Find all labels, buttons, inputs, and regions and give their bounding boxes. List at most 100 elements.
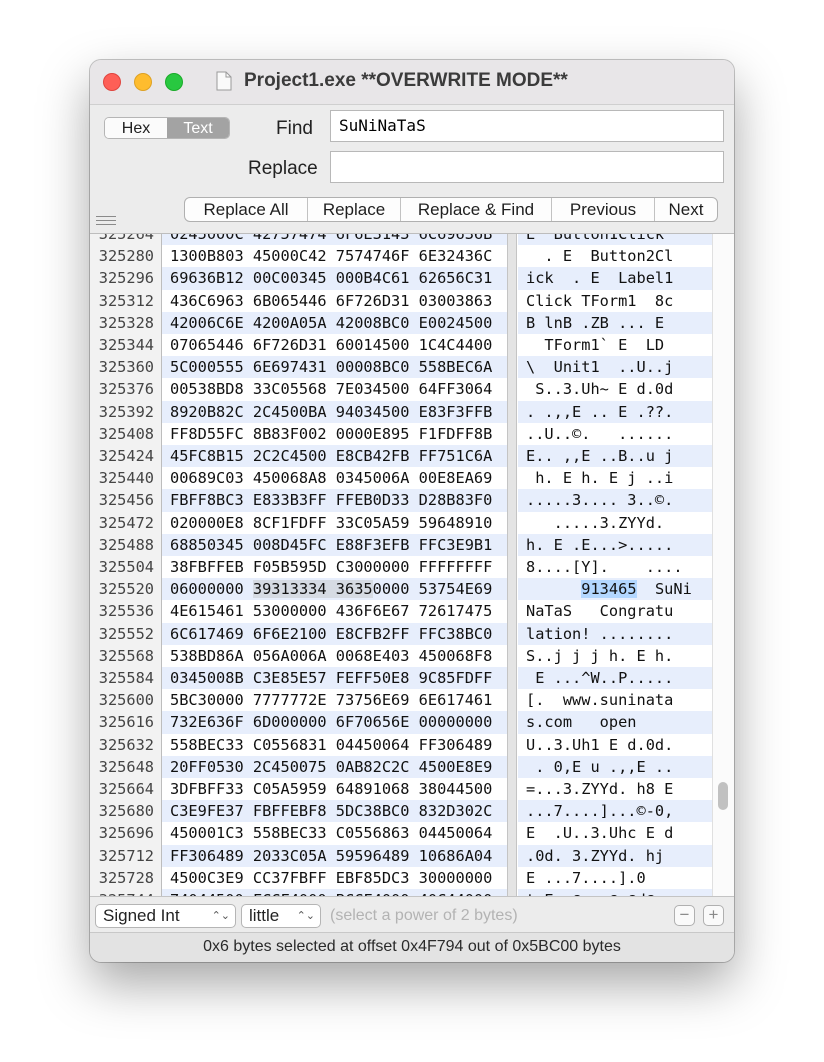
hex-row[interactable]: 68850345 008D45FC E88F3EFB FFC3E9B1 <box>162 533 507 556</box>
hex-row[interactable]: 45FC8B15 2C2C4500 E8CB42FB FF751C6A <box>162 445 507 468</box>
hex-row[interactable]: 07065446 6F726D31 60014500 1C4C4400 <box>162 334 507 356</box>
hex-row[interactable]: 450001C3 558BEC33 C0556863 04450064 <box>162 822 507 844</box>
text-row[interactable]: . 0,E u .,,E .. <box>518 755 712 778</box>
text-row[interactable]: .....3.... 3..©. <box>518 489 712 512</box>
hex-row[interactable]: FF8D55FC 8B83F002 0000E895 F1FDFF8B <box>162 423 507 445</box>
text-row[interactable]: lation! ........ <box>518 622 712 645</box>
hex-row[interactable]: 42006C6E 4200A05A 42008BC0 E0024500 <box>162 311 507 334</box>
text-row[interactable]: TForm1` E LD <box>518 334 712 356</box>
hex-row[interactable]: 00538BD8 33C05568 7E034500 64FF3064 <box>162 378 507 400</box>
text-mode-button[interactable]: Text <box>167 118 229 138</box>
hex-row[interactable]: 436C6963 6B065446 6F726D31 03003863 <box>162 290 507 312</box>
hex-row[interactable]: 0345008B C3E85E57 FEFF50E8 9C85FDFF <box>162 667 507 690</box>
text-row[interactable]: =...3.ZYYd. h8 E <box>518 778 712 800</box>
previous-button[interactable]: Previous <box>552 198 655 221</box>
text-row[interactable]: E Button1Click <box>518 234 712 246</box>
selected-text-bytes[interactable]: 913465 <box>581 580 637 599</box>
next-button[interactable]: Next <box>655 198 717 221</box>
text-row[interactable]: h. E h. E j ..i <box>518 467 712 489</box>
add-inspector-button[interactable]: + <box>703 905 724 926</box>
hex-row[interactable]: 5C000555 6E697431 00008BC0 558BEC6A <box>162 356 507 379</box>
row-offset: 325328 <box>98 313 154 332</box>
resize-grip-icon[interactable] <box>96 216 116 228</box>
hex-row[interactable]: FF306489 2033C05A 59596489 10686A04 <box>162 844 507 867</box>
close-window-button[interactable] <box>103 73 121 91</box>
replace-and-find-button[interactable]: Replace & Find <box>401 198 552 221</box>
hex-view[interactable]: 325264 325280 325296 325312 325328 325344 3253… <box>90 233 734 897</box>
text-row[interactable]: 8....[Y]. .... <box>518 556 712 578</box>
replace-label: Replace <box>248 158 318 179</box>
text-row[interactable]: . E Button2Cl <box>518 245 712 267</box>
hex-row[interactable]: FBFF8BC3 E833B3FF FFEB0D33 D28B83F0 <box>162 489 507 512</box>
text-row[interactable]: S..j j j h. E h. <box>518 645 712 667</box>
text-row[interactable]: . .,,E .. E .??. <box>518 400 712 423</box>
text-row[interactable]: Click TForm1 8c <box>518 290 712 312</box>
hex-row[interactable]: 558BEC33 C0556831 04450064 FF306489 <box>162 734 507 756</box>
vertical-scrollbar[interactable] <box>712 234 734 897</box>
text-row[interactable]: .....3.ZYYd. <box>518 512 712 534</box>
scrollbar-thumb[interactable] <box>718 782 728 810</box>
hex-column[interactable]: 0245000C 42757474 6F6E3143 6C69636B 1300B… <box>162 234 507 897</box>
hex-mode-button[interactable]: Hex <box>105 118 167 138</box>
hex-editor-window: Project1.exe **OVERWRITE MODE** Hex Text… <box>90 60 734 962</box>
type-select[interactable]: Signed Int ⌃⌄ <box>95 904 236 928</box>
hex-row[interactable]: 20FF0530 2C450075 0AB82C2C 4500E8E9 <box>162 755 507 778</box>
text-row[interactable]: E .U..3.Uhc E d <box>518 822 712 844</box>
remove-inspector-button[interactable]: − <box>674 905 695 926</box>
row-offset: 325424 <box>98 447 154 465</box>
type-select-value: Signed Int <box>103 906 180 925</box>
hex-row[interactable]: 538BD86A 056A006A 0068E403 450068F8 <box>162 645 507 667</box>
row-offset: 325504 <box>98 558 154 576</box>
text-row[interactable]: \ Unit1 ..U..j <box>518 356 712 379</box>
hex-bytes[interactable]: 0000 53754E69 <box>373 580 493 598</box>
text-row[interactable]: S..3.Uh~ E d.0d <box>518 378 712 400</box>
hex-row[interactable]: 00689C03 450068A8 0345006A 00E8EA69 <box>162 467 507 489</box>
text-row[interactable]: ...7....]...©-0, <box>518 800 712 823</box>
text-row[interactable]: ick . E Label1 <box>518 267 712 290</box>
row-offset: 325664 <box>98 780 154 798</box>
hex-row[interactable]: 020000E8 8CF1FDFF 33C05A59 59648910 <box>162 512 507 534</box>
hex-row[interactable]: 8920B82C 2C4500BA 94034500 E83F3FFB <box>162 400 507 423</box>
text-row[interactable]: E.. ,,E ..B..u j <box>518 445 712 468</box>
text-row[interactable]: 913465 SuNi <box>518 578 712 601</box>
hex-row[interactable]: 4E615461 53000000 436F6E67 72617475 <box>162 600 507 622</box>
row-offset: 325392 <box>98 402 154 421</box>
replace-input[interactable] <box>330 151 724 183</box>
hex-row[interactable]: 4500C3E9 CC37FBFF EBF85DC3 30000000 <box>162 867 507 889</box>
hex-row[interactable]: 6C617469 6F6E2100 E8CFB2FF FFC38BC0 <box>162 622 507 645</box>
text-bytes[interactable] <box>526 580 581 598</box>
text-row[interactable]: E ...7....].0 <box>518 867 712 889</box>
hex-row[interactable]: C3E9FE37 FBFFEBF8 5DC38BC0 832D302C <box>162 800 507 823</box>
selected-hex-bytes[interactable]: 39313334 3635 <box>252 580 373 599</box>
text-row[interactable]: NaTaS Congratu <box>518 600 712 622</box>
hex-row[interactable]: 732E636F 6D000000 6F70656E 00000000 <box>162 711 507 734</box>
endian-select[interactable]: little ⌃⌄ <box>241 904 321 928</box>
hex-row[interactable]: 1300B803 45000C42 7574746F 6E32436C <box>162 245 507 267</box>
text-row[interactable]: h. E .E...>..... <box>518 533 712 556</box>
minimize-window-button[interactable] <box>134 73 152 91</box>
text-row[interactable]: B lnB .ZB ... E <box>518 311 712 334</box>
text-row[interactable]: s.com open <box>518 711 712 734</box>
hex-row[interactable]: 0245000C 42757474 6F6E3143 6C69636B <box>162 234 507 246</box>
hex-row[interactable]: 5BC30000 7777772E 73756E69 6E617461 <box>162 689 507 711</box>
hex-row[interactable]: 69636B12 00C00345 000B4C61 62656C31 <box>162 267 507 290</box>
text-row[interactable]: [. www.suninata <box>518 689 712 711</box>
text-bytes[interactable]: SuNi <box>637 580 692 598</box>
hex-row[interactable]: 06000000 39313334 36350000 53754E69 <box>162 578 507 601</box>
text-row[interactable]: U..3.Uh1 E d.0d. <box>518 734 712 756</box>
text-row[interactable]: E ...^W..P..... <box>518 667 712 690</box>
hex-row[interactable]: 38FBFFEB F05B595D C3000000 FFFFFFFF <box>162 556 507 578</box>
row-offset: 325456 <box>98 491 154 510</box>
find-input[interactable]: SuNiNaTaS <box>330 110 724 142</box>
find-replace-toolbar: Hex Text Find SuNiNaTaS Replace Replace … <box>90 105 734 233</box>
text-row[interactable]: ..U..©. ...... <box>518 423 712 445</box>
zoom-window-button[interactable] <box>165 73 183 91</box>
row-offset: 325280 <box>98 247 154 266</box>
replace-all-button[interactable]: Replace All <box>185 198 308 221</box>
text-column[interactable]: E Button1Click . E Button2Cl ick . E Labe… <box>518 234 712 897</box>
text-row[interactable]: .0d. 3.ZYYd. hj <box>518 844 712 867</box>
hex-row[interactable]: 3DFBFF33 C05A5959 64891068 38044500 <box>162 778 507 800</box>
hex-bytes[interactable]: 06000000 <box>170 580 253 598</box>
replace-button[interactable]: Replace <box>308 198 401 221</box>
find-label: Find <box>276 118 313 139</box>
